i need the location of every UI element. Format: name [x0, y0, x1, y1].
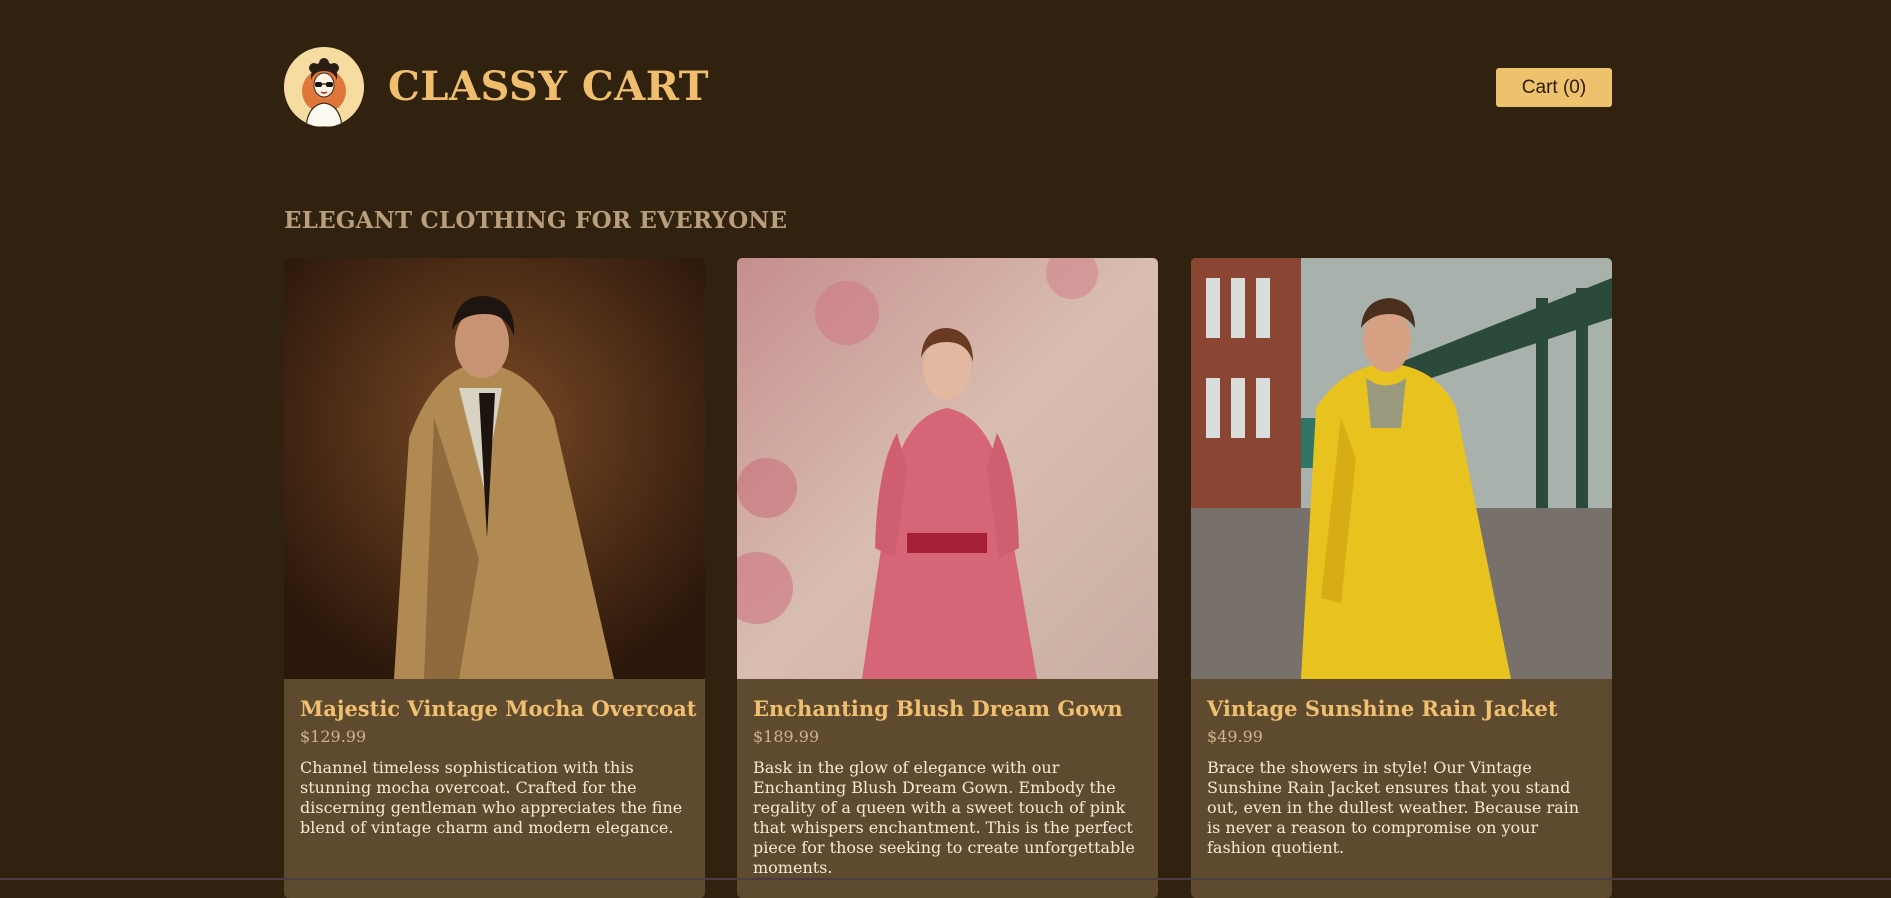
product-image[interactable] [284, 258, 705, 679]
brand-name[interactable]: CLASSY CART [388, 63, 709, 110]
cart-button[interactable]: Cart (0) [1496, 68, 1612, 107]
section-title: ELEGANT CLOTHING FOR EVERYONE [284, 207, 788, 234]
product-price: $49.99 [1207, 727, 1263, 746]
product-image[interactable] [1191, 258, 1612, 679]
site-header: CLASSY CART Cart (0) [284, 47, 1612, 127]
product-description: Brace the showers in style! Our Vintage … [1207, 758, 1580, 857]
product-name[interactable]: Vintage Sunshine Rain Jacket [1207, 696, 1596, 721]
product-card[interactable]: Majestic Vintage Mocha Overcoat $129.99 … [284, 258, 705, 898]
product-card[interactable]: Vintage Sunshine Rain Jacket $49.99 Brac… [1191, 258, 1612, 898]
product-image[interactable] [737, 258, 1158, 679]
brand-logo[interactable] [284, 47, 364, 127]
product-name[interactable]: Enchanting Blush Dream Gown [753, 696, 1142, 721]
product-name[interactable]: Majestic Vintage Mocha Overcoat [300, 696, 697, 721]
product-description: Channel timeless sophistication with thi… [300, 758, 683, 837]
product-price: $189.99 [753, 727, 820, 746]
product-price: $129.99 [300, 727, 367, 746]
product-card[interactable]: Enchanting Blush Dream Gown $189.99 Bask… [737, 258, 1158, 898]
product-description: Bask in the glow of elegance with our En… [753, 758, 1135, 877]
